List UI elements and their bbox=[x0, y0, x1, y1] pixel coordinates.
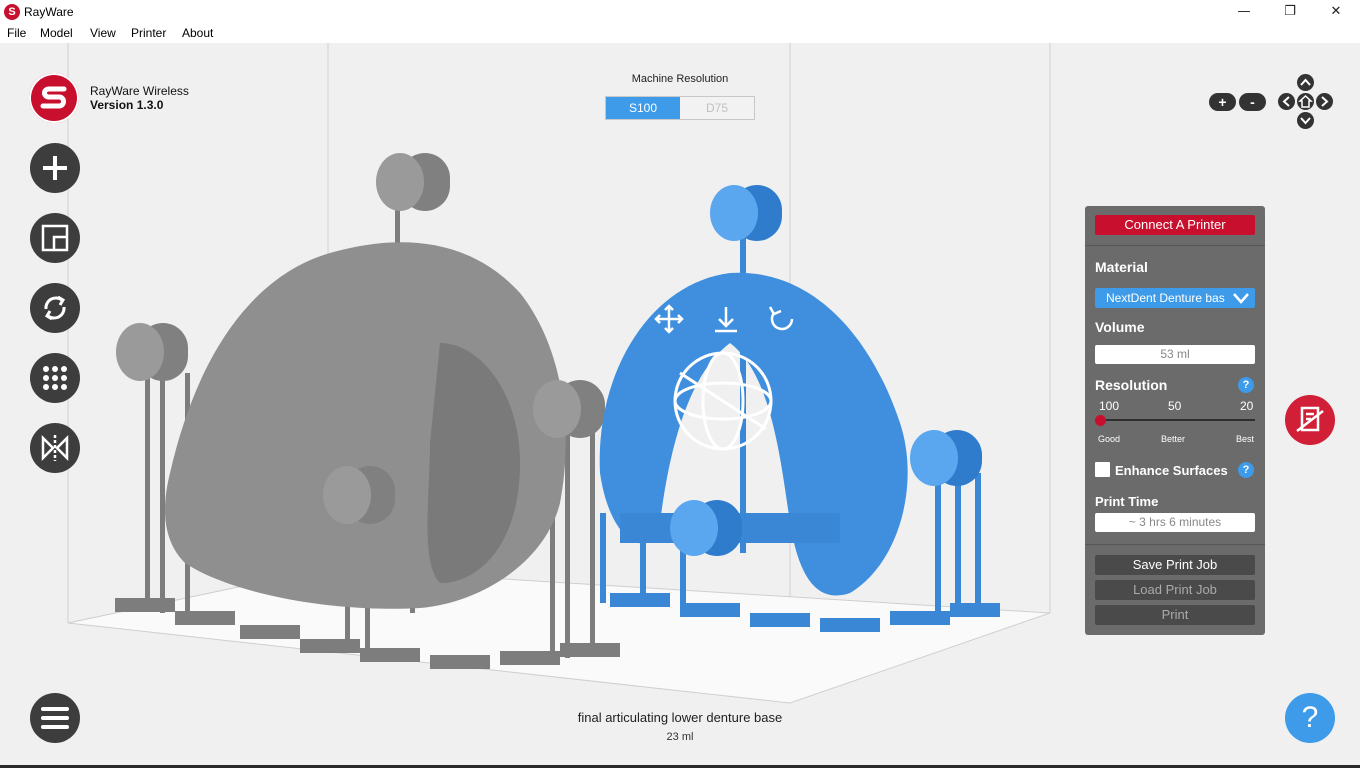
mirror-button[interactable] bbox=[30, 423, 80, 473]
main-menu-button[interactable] bbox=[30, 693, 80, 743]
zoom-out-button[interactable]: - bbox=[1239, 93, 1266, 111]
zoom-in-button[interactable]: + bbox=[1209, 93, 1236, 111]
chevron-down-icon bbox=[1233, 293, 1249, 304]
chevron-up-icon bbox=[1300, 78, 1311, 86]
resolution-slider-track[interactable] bbox=[1101, 419, 1255, 421]
resolution-help-icon[interactable]: ? bbox=[1238, 377, 1254, 393]
menu-printer[interactable]: Printer bbox=[131, 26, 166, 40]
print-button[interactable]: Print bbox=[1095, 605, 1255, 625]
printer-disconnected-icon bbox=[1296, 406, 1324, 432]
resolution-tick-50: 50 bbox=[1168, 399, 1182, 413]
print-time-field: ~ 3 hrs 6 minutes bbox=[1095, 513, 1255, 532]
printer-status-button[interactable] bbox=[1285, 395, 1335, 445]
maximize-button[interactable]: ❐ bbox=[1267, 0, 1313, 24]
menu-model[interactable]: Model bbox=[40, 26, 73, 40]
help-button[interactable]: ? bbox=[1285, 693, 1335, 743]
quality-good-label: Good bbox=[1098, 434, 1121, 444]
pan-down-button[interactable] bbox=[1297, 112, 1314, 129]
save-print-job-button[interactable]: Save Print Job bbox=[1095, 555, 1255, 575]
enhance-surfaces-label: Enhance Surfaces bbox=[1115, 463, 1228, 478]
transform-gizmo[interactable] bbox=[673, 351, 773, 451]
supports-button[interactable] bbox=[30, 353, 80, 403]
pan-left-button[interactable] bbox=[1278, 93, 1295, 110]
minimize-button[interactable]: — bbox=[1221, 0, 1267, 24]
machine-resolution-label: Machine Resolution bbox=[631, 73, 729, 85]
selected-model-volume: 23 ml bbox=[666, 731, 694, 743]
selected-model-name: final articulating lower denture base bbox=[577, 710, 783, 725]
menu-view[interactable]: View bbox=[90, 26, 116, 40]
volume-field: 53 ml bbox=[1095, 345, 1255, 364]
menu-bar: File Model View Printer About bbox=[0, 24, 1360, 43]
connect-printer-button[interactable]: Connect A Printer bbox=[1095, 215, 1255, 235]
hamburger-icon bbox=[41, 707, 69, 729]
mirror-icon bbox=[41, 434, 69, 462]
layout-button[interactable] bbox=[30, 213, 80, 263]
pan-up-button[interactable] bbox=[1297, 74, 1314, 91]
enhance-surfaces-checkbox[interactable] bbox=[1095, 462, 1110, 477]
title-bar: S RayWare — ❐ ✕ bbox=[0, 0, 1360, 24]
resolution-tick-100: 100 bbox=[1099, 399, 1120, 413]
build-plate bbox=[67, 567, 1051, 704]
load-print-job-button[interactable]: Load Print Job bbox=[1095, 580, 1255, 600]
plus-icon bbox=[43, 156, 67, 180]
material-select[interactable]: NextDent Denture bas bbox=[1095, 288, 1255, 308]
grid-dots-icon bbox=[43, 366, 67, 390]
chevron-down-icon bbox=[1300, 117, 1311, 125]
add-model-button[interactable] bbox=[30, 143, 80, 193]
home-icon bbox=[1298, 94, 1313, 108]
enhance-help-icon[interactable]: ? bbox=[1238, 462, 1254, 478]
resolution-tick-20: 20 bbox=[1240, 399, 1254, 413]
material-value: NextDent Denture bas bbox=[1106, 291, 1225, 305]
orient-button[interactable] bbox=[30, 283, 80, 333]
print-settings-panel: Connect A Printer Material NextDent Dent… bbox=[1085, 206, 1265, 635]
layout-icon bbox=[41, 224, 69, 252]
resolution-option-d75[interactable]: D75 bbox=[680, 97, 754, 119]
close-button[interactable]: ✕ bbox=[1313, 0, 1359, 24]
quality-better-label: Better bbox=[1161, 434, 1186, 444]
window-title: RayWare bbox=[24, 5, 74, 19]
home-view-button[interactable] bbox=[1297, 93, 1314, 110]
app-logo-icon: S bbox=[4, 4, 20, 20]
chevron-left-icon bbox=[1282, 96, 1290, 107]
quality-best-label: Best bbox=[1236, 434, 1255, 444]
chevron-right-icon bbox=[1321, 96, 1329, 107]
machine-resolution-toggle: S100 D75 bbox=[605, 96, 755, 120]
print-time-label: Print Time bbox=[1095, 494, 1159, 509]
resolution-label: Resolution bbox=[1095, 377, 1168, 393]
rotate-arrows-icon bbox=[44, 295, 66, 321]
menu-about[interactable]: About bbox=[182, 26, 213, 40]
resolution-slider-thumb[interactable] bbox=[1095, 415, 1106, 426]
material-label: Material bbox=[1095, 259, 1148, 275]
resolution-option-s100[interactable]: S100 bbox=[606, 97, 680, 119]
volume-label: Volume bbox=[1095, 319, 1145, 335]
pan-right-button[interactable] bbox=[1316, 93, 1333, 110]
app-name: RayWare Wireless bbox=[90, 84, 189, 98]
rayware-logo-icon bbox=[29, 73, 79, 123]
app-version: Version 1.3.0 bbox=[90, 98, 164, 112]
menu-file[interactable]: File bbox=[7, 26, 26, 40]
